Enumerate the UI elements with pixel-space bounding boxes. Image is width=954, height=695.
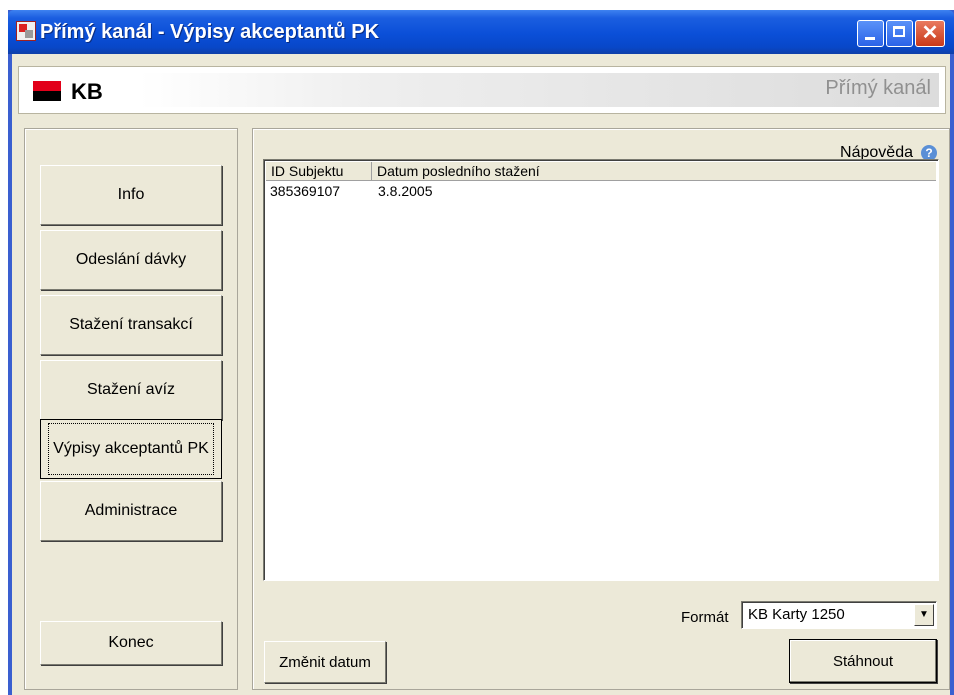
sidebar-item-administrace[interactable]: Administrace — [40, 481, 222, 541]
window-title: Přímý kanál - Výpisy akceptantů PK — [40, 21, 380, 43]
kb-logo-icon — [33, 81, 61, 101]
app-icon[interactable] — [16, 21, 36, 41]
sidebar: Info Odeslání dávky Stažení transakcí St… — [24, 128, 238, 690]
format-label: Formát — [681, 609, 729, 626]
banner-gradient — [139, 73, 939, 107]
maximize-button[interactable] — [886, 20, 913, 47]
sidebar-item-vypisy-akceptantu[interactable]: Výpisy akceptantů PK — [40, 419, 222, 479]
minimize-button[interactable] — [857, 20, 884, 47]
sidebar-item-odeslani-davky[interactable]: Odeslání dávky — [40, 230, 222, 290]
download-button[interactable]: Stáhnout — [789, 639, 937, 683]
app-window: Přímý kanál - Výpisy akceptantů PK ✕ KB … — [8, 10, 954, 695]
exit-button[interactable]: Konec — [40, 621, 222, 665]
kb-logo-text: KB — [71, 79, 103, 104]
minimize-icon — [865, 37, 875, 40]
cell-datum: 3.8.2005 — [378, 183, 433, 199]
app-name: Přímý kanál — [825, 77, 931, 99]
sidebar-item-stazeni-aviz[interactable]: Stažení avíz — [40, 360, 222, 420]
column-header-id-subjektu[interactable]: ID Subjektu — [266, 162, 372, 180]
format-value: KB Karty 1250 — [748, 606, 845, 623]
change-date-button[interactable]: Změnit datum — [264, 641, 386, 683]
close-icon: ✕ — [921, 22, 939, 44]
cell-id-subjektu: 385369107 — [270, 183, 341, 199]
sidebar-item-info[interactable]: Info — [40, 165, 222, 225]
maximize-icon — [893, 26, 905, 37]
title-bar[interactable]: Přímý kanál - Výpisy akceptantů PK ✕ — [8, 10, 954, 54]
subjects-list[interactable]: ID Subjektu Datum posledního stažení 385… — [263, 159, 939, 581]
client-area: KB Přímý kanál Info Odeslání dávky Staže… — [12, 54, 950, 695]
main-panel: Nápověda ? ID Subjektu Datum posledního … — [252, 128, 950, 690]
format-select[interactable]: KB Karty 1250 ▼ — [741, 601, 937, 629]
table-row[interactable]: 385369107 3.8.2005 — [266, 182, 936, 200]
column-header-datum[interactable]: Datum posledního stažení — [372, 162, 938, 180]
brand-banner: KB Přímý kanál — [18, 66, 946, 114]
sidebar-item-stazeni-transakci[interactable]: Stažení transakcí — [40, 295, 222, 355]
list-header: ID Subjektu Datum posledního stažení — [266, 162, 936, 181]
close-button[interactable]: ✕ — [915, 20, 945, 47]
dropdown-arrow-icon[interactable]: ▼ — [914, 604, 934, 626]
